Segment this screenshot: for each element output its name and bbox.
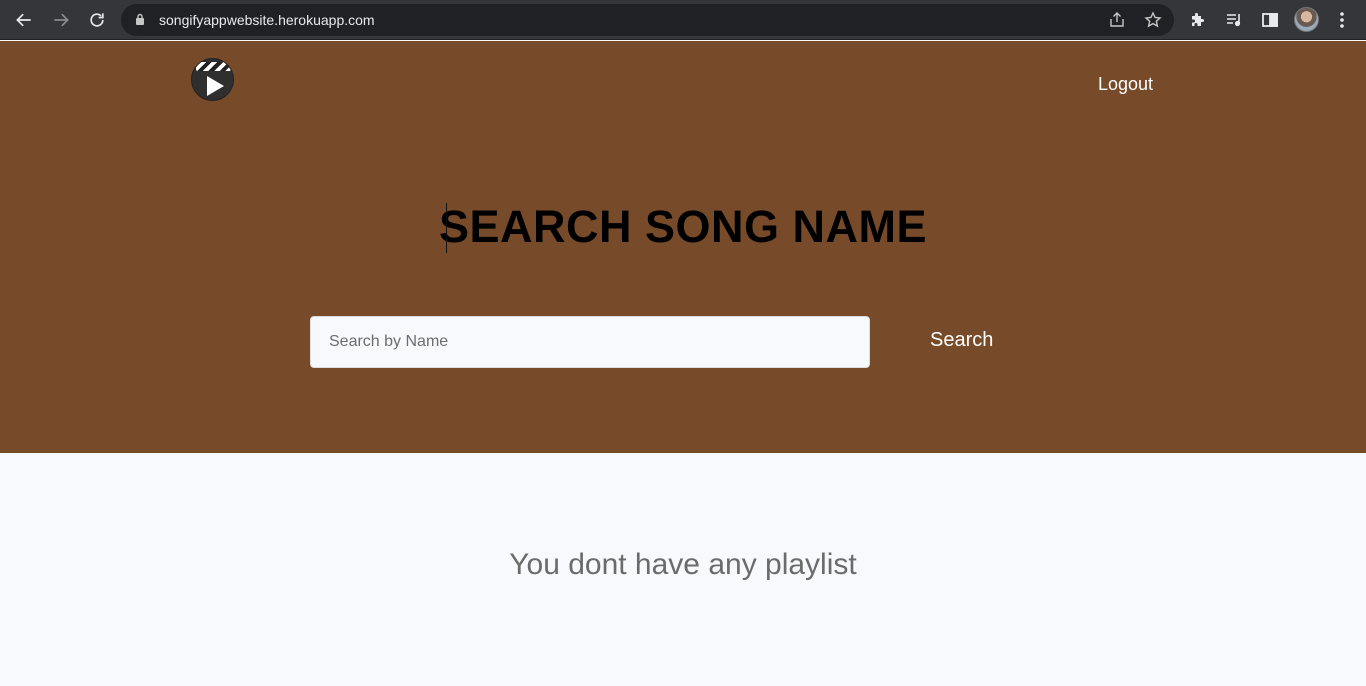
- side-panel-icon[interactable]: [1259, 9, 1281, 31]
- url-text[interactable]: songifyappwebsite.herokuapp.com: [159, 12, 375, 28]
- reload-icon[interactable]: [85, 8, 109, 32]
- title-part-2: NAME: [779, 201, 928, 252]
- clapperboard-shape: [196, 62, 231, 71]
- share-icon[interactable]: [1107, 10, 1127, 30]
- extensions-puzzle-icon[interactable]: [1187, 9, 1209, 31]
- empty-playlist-message: You dont have any playlist: [509, 548, 857, 581]
- lock-icon: [135, 13, 145, 31]
- song-search-input[interactable]: [310, 316, 870, 368]
- hero-section: Logout SEARCH SONG NAME Search: [0, 41, 1366, 453]
- title-part-1: SEARCH: [438, 201, 645, 252]
- play-icon: [207, 76, 224, 96]
- text-caret: [446, 203, 447, 253]
- browser-toolbar: songifyappwebsite.herokuapp.com: [0, 0, 1366, 40]
- forward-icon[interactable]: [49, 8, 73, 32]
- profile-avatar[interactable]: [1294, 7, 1319, 32]
- more-menu-icon[interactable]: [1331, 9, 1353, 31]
- title-bold-word: SONG: [645, 201, 780, 252]
- logout-link[interactable]: Logout: [1098, 74, 1153, 95]
- bookmark-star-icon[interactable]: [1143, 10, 1163, 30]
- address-bar[interactable]: songifyappwebsite.herokuapp.com: [121, 4, 1174, 36]
- back-icon[interactable]: [12, 8, 36, 32]
- search-button[interactable]: Search: [930, 329, 993, 352]
- page-title: SEARCH SONG NAME: [0, 201, 1366, 253]
- media-queue-icon[interactable]: [1223, 9, 1245, 31]
- app-logo-icon[interactable]: [191, 58, 234, 101]
